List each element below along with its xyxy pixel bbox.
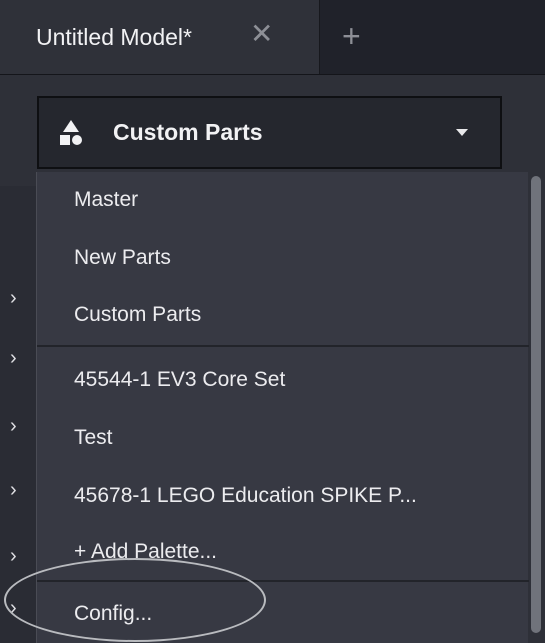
- chevron-right-icon[interactable]: ›: [10, 546, 17, 566]
- menu-item-test[interactable]: Test: [74, 426, 524, 450]
- tab-title: Untitled Model*: [36, 24, 192, 50]
- close-icon[interactable]: ✕: [250, 20, 273, 48]
- palette-dropdown-label: Custom Parts: [113, 119, 263, 145]
- menu-divider: [37, 345, 529, 347]
- chevron-right-icon[interactable]: ›: [10, 348, 17, 368]
- chevron-right-icon[interactable]: ›: [10, 480, 17, 500]
- menu-divider: [37, 580, 529, 582]
- shapes-icon: [60, 120, 82, 145]
- menu-item-config[interactable]: Config...: [74, 602, 524, 626]
- menu-item-master[interactable]: Master: [74, 188, 524, 212]
- palette-menu: Master New Parts Custom Parts 45544-1 EV…: [36, 172, 529, 643]
- menu-item-add-palette[interactable]: + Add Palette...: [74, 540, 524, 564]
- add-tab-icon[interactable]: +: [342, 20, 361, 52]
- chevron-right-icon[interactable]: ›: [10, 416, 17, 436]
- menu-item-custom-parts[interactable]: Custom Parts: [74, 303, 524, 327]
- menu-item-spike-palette[interactable]: 45678-1 LEGO Education SPIKE P...: [74, 484, 524, 508]
- scrollbar[interactable]: [531, 176, 541, 633]
- menu-item-ev3-core-set[interactable]: 45544-1 EV3 Core Set: [74, 368, 524, 392]
- tab-bar: Untitled Model* ✕ +: [0, 0, 545, 75]
- chevron-down-icon: [456, 129, 468, 136]
- menu-item-new-parts[interactable]: New Parts: [74, 246, 524, 270]
- palette-dropdown[interactable]: Custom Parts: [37, 96, 502, 169]
- left-tree-panel: › › › › › ›: [0, 186, 36, 643]
- tab-untitled-model[interactable]: Untitled Model* ✕: [0, 0, 320, 74]
- chevron-right-icon[interactable]: ›: [10, 288, 17, 308]
- chevron-right-icon[interactable]: ›: [10, 598, 17, 618]
